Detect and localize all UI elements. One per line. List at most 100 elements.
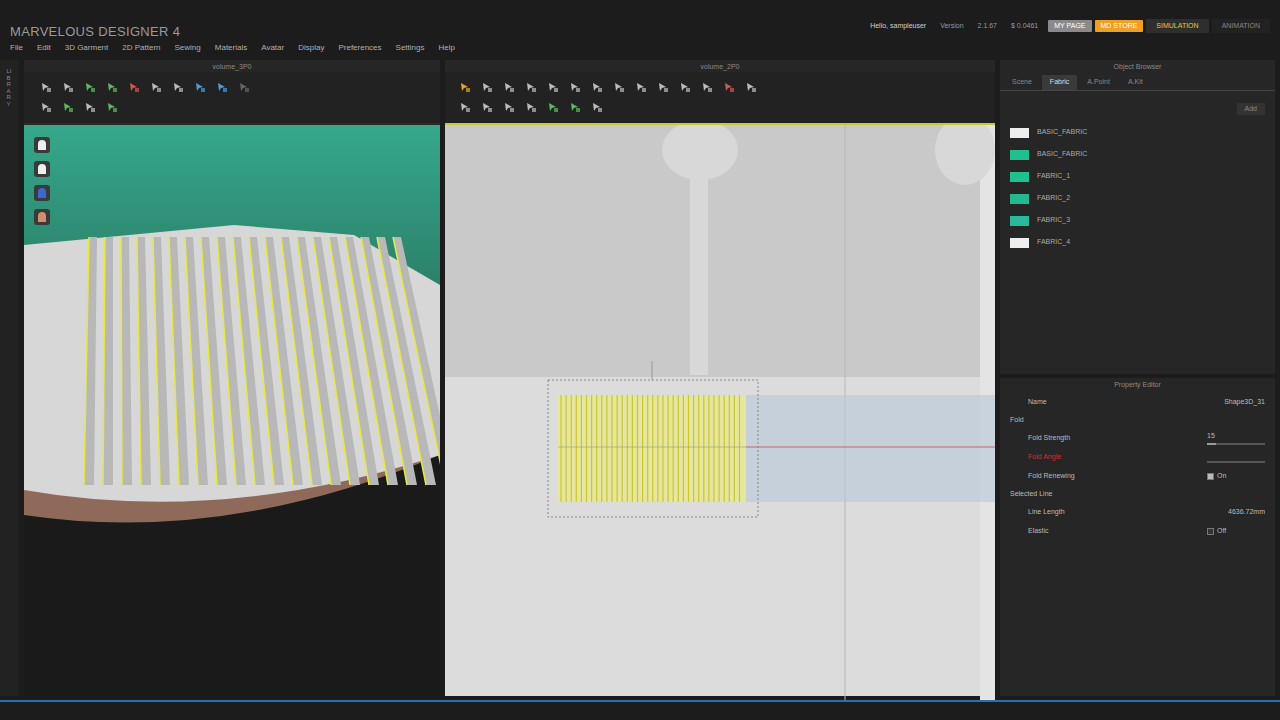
- tool-icon[interactable]: [523, 100, 539, 114]
- tool-glyph-icon: [459, 101, 471, 113]
- tool-icon[interactable]: [148, 80, 164, 94]
- tool-icon[interactable]: [589, 100, 605, 114]
- property-slider[interactable]: [1207, 451, 1265, 463]
- avatar-tool-icon[interactable]: [34, 209, 50, 225]
- tool-glyph-icon: [459, 81, 471, 93]
- menu-item[interactable]: Help: [438, 42, 454, 54]
- property-slider[interactable]: 15: [1207, 431, 1265, 446]
- tool-icon[interactable]: [501, 100, 517, 114]
- avatar-tool-icon[interactable]: [34, 137, 50, 153]
- tool-icon[interactable]: [743, 80, 759, 94]
- tool-icon[interactable]: [479, 80, 495, 94]
- tool-icon[interactable]: [633, 80, 649, 94]
- tool-icon[interactable]: [457, 100, 473, 114]
- tool-icon[interactable]: [501, 80, 517, 94]
- tool-icon[interactable]: [479, 100, 495, 114]
- tool-icon[interactable]: [567, 100, 583, 114]
- browser-tab[interactable]: A.Kit: [1120, 75, 1151, 90]
- tool-glyph-icon: [194, 81, 206, 93]
- property-label: Name: [1028, 397, 1224, 408]
- avatar-tool-icon[interactable]: [34, 161, 50, 177]
- tool-icon[interactable]: [545, 100, 561, 114]
- tool-glyph-icon: [547, 101, 559, 113]
- menu-item[interactable]: Avatar: [261, 42, 284, 54]
- property-checkbox[interactable]: On: [1207, 471, 1265, 482]
- tool-glyph-icon: [591, 101, 603, 113]
- tool-glyph-icon: [106, 101, 118, 113]
- tool-icon[interactable]: [170, 80, 186, 94]
- tool-icon[interactable]: [236, 80, 252, 94]
- tool-icon[interactable]: [611, 80, 627, 94]
- tool-icon[interactable]: [677, 80, 693, 94]
- tool-icon[interactable]: [38, 100, 54, 114]
- browser-tab[interactable]: Fabric: [1042, 75, 1077, 90]
- tool-icon[interactable]: [82, 80, 98, 94]
- tool-icon[interactable]: [523, 80, 539, 94]
- menu-item[interactable]: Settings: [396, 42, 425, 54]
- browser-tab[interactable]: Scene: [1004, 75, 1040, 90]
- fabric-item[interactable]: FABRIC_4: [1010, 237, 1265, 248]
- mode-tab[interactable]: SIMULATION: [1146, 19, 1208, 33]
- tool-glyph-icon: [62, 101, 74, 113]
- tool-icon[interactable]: [38, 80, 54, 94]
- title-bar: MARVELOUS DESIGNER 4Hello, sampleuserVer…: [0, 0, 1280, 40]
- tool-icon[interactable]: [545, 80, 561, 94]
- tool-glyph-icon: [62, 81, 74, 93]
- property-section[interactable]: Selected Line: [1010, 487, 1265, 501]
- property-label: Fold Renewing: [1028, 471, 1207, 482]
- fabric-item[interactable]: BASIC_FABRIC: [1010, 149, 1265, 160]
- fabric-item[interactable]: FABRIC_2: [1010, 193, 1265, 204]
- fabric-swatch: [1010, 216, 1029, 226]
- tool-glyph-icon: [40, 81, 52, 93]
- menu-item[interactable]: Display: [298, 42, 324, 54]
- tool-icon[interactable]: [104, 100, 120, 114]
- tool-icon[interactable]: [589, 80, 605, 94]
- fabric-swatch: [1010, 194, 1029, 204]
- property-value[interactable]: Shape3D_31: [1224, 397, 1265, 408]
- property-value[interactable]: 4636.72mm: [1228, 507, 1265, 518]
- tool-icon[interactable]: [126, 80, 142, 94]
- tool-icon[interactable]: [655, 80, 671, 94]
- fabric-item[interactable]: BASIC_FABRIC: [1010, 127, 1265, 138]
- tool-icon[interactable]: [60, 100, 76, 114]
- fabric-swatch: [1010, 150, 1029, 160]
- property-section[interactable]: Fold: [1010, 413, 1265, 427]
- menu-item[interactable]: Sewing: [175, 42, 201, 54]
- tool-icon[interactable]: [214, 80, 230, 94]
- tool-icon[interactable]: [699, 80, 715, 94]
- library-strip[interactable]: LIBRARY: [0, 60, 19, 696]
- fabric-item[interactable]: FABRIC_1: [1010, 171, 1265, 182]
- view3d-viewport[interactable]: [24, 123, 440, 696]
- tool-icon[interactable]: [82, 100, 98, 114]
- add-button[interactable]: Add: [1237, 103, 1265, 116]
- tool-glyph-icon: [216, 81, 228, 93]
- tool-icon[interactable]: [104, 80, 120, 94]
- menu-item[interactable]: 3D Garment: [65, 42, 109, 54]
- menu-item[interactable]: File: [10, 42, 23, 54]
- tool-glyph-icon: [569, 101, 581, 113]
- tool-icon[interactable]: [60, 80, 76, 94]
- view2d-viewport[interactable]: [445, 123, 995, 696]
- menu-item[interactable]: Materials: [215, 42, 247, 54]
- avatar-tool-icon[interactable]: [34, 185, 50, 201]
- tool-icon[interactable]: [192, 80, 208, 94]
- menu-item[interactable]: Preferences: [338, 42, 381, 54]
- menu-item[interactable]: Edit: [37, 42, 51, 54]
- mode-tab[interactable]: ANIMATION: [1212, 19, 1270, 33]
- property-editor: Property EditorNameShape3D_31FoldFold St…: [1000, 378, 1275, 696]
- tool-icon[interactable]: [567, 80, 583, 94]
- browser-tab[interactable]: A.Point: [1079, 75, 1118, 90]
- property-label: Elastic: [1028, 526, 1207, 537]
- property-checkbox[interactable]: Off: [1207, 526, 1265, 537]
- browser-tabs: SceneFabricA.PointA.Kit: [1000, 72, 1275, 91]
- menu-item[interactable]: 2D Pattern: [122, 42, 160, 54]
- tool-glyph-icon: [481, 101, 493, 113]
- tool-icon[interactable]: [457, 80, 473, 94]
- fabric-item[interactable]: FABRIC_3: [1010, 215, 1265, 226]
- tool-icon[interactable]: [721, 80, 737, 94]
- tool-glyph-icon: [701, 81, 713, 93]
- tool-glyph-icon: [723, 81, 735, 93]
- header-button[interactable]: MD STORE: [1095, 20, 1144, 32]
- header-button[interactable]: MY PAGE: [1048, 20, 1091, 32]
- right-panel: Object BrowserSceneFabricA.PointA.KitAdd…: [1000, 60, 1275, 696]
